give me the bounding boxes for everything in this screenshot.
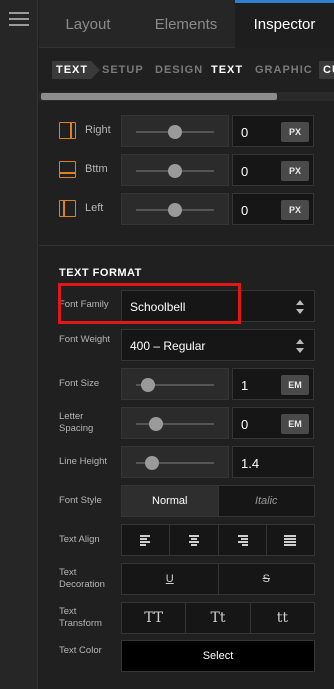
align-left-icon[interactable]	[122, 525, 171, 555]
menu-icon[interactable]	[9, 12, 29, 28]
font-style-toggle: Normal Italic	[121, 485, 315, 517]
text-color-label: Text Color	[59, 645, 102, 656]
padding-right-input[interactable]: 0 PX	[232, 115, 314, 147]
font-style-normal[interactable]: Normal	[122, 486, 219, 516]
capitalize-button[interactable]: Tt	[186, 603, 251, 633]
horizontal-scrollbar[interactable]	[39, 92, 334, 101]
letter-spacing-input[interactable]: 0 EM	[232, 407, 314, 439]
text-decoration-label: Text Decoration	[59, 567, 105, 590]
subtab-text[interactable]: TEXT	[211, 61, 243, 79]
lowercase-button[interactable]: tt	[251, 603, 314, 633]
text-align-label: Text Align	[59, 534, 100, 545]
unit-button[interactable]: PX	[281, 161, 309, 181]
padding-bottom-label: Bttm	[85, 163, 108, 175]
padding-bottom-slider[interactable]	[121, 154, 229, 186]
padding-right-row: Right 0 PX	[39, 115, 334, 147]
inspector-panel: Layout Elements Inspector TEXT SETUP DES…	[39, 0, 334, 689]
tab-layout[interactable]: Layout	[39, 0, 137, 48]
unit-button[interactable]: EM	[281, 375, 309, 395]
padding-bottom-icon	[59, 161, 76, 178]
scrollbar-thumb[interactable]	[41, 93, 277, 100]
subtab-setup[interactable]: SETUP	[102, 61, 144, 79]
text-color-select-button[interactable]: Select	[121, 640, 315, 672]
slider-thumb[interactable]	[140, 378, 155, 392]
text-decoration-toggle: U S	[121, 563, 315, 595]
letter-spacing-slider[interactable]	[121, 407, 229, 439]
slider-thumb[interactable]	[168, 203, 182, 217]
text-align-toggle	[121, 524, 315, 556]
section-divider	[39, 245, 334, 246]
align-center-icon[interactable]	[170, 525, 219, 555]
align-justify-icon[interactable]	[267, 525, 314, 555]
slider-thumb[interactable]	[144, 456, 159, 470]
line-height-slider[interactable]	[121, 446, 229, 478]
select-arrows-icon	[296, 339, 304, 353]
slider-thumb[interactable]	[168, 125, 182, 139]
unit-button[interactable]: PX	[281, 200, 309, 220]
unit-button[interactable]: PX	[281, 122, 309, 142]
line-height-label: Line Height	[59, 456, 108, 467]
font-size-label: Font Size	[59, 378, 100, 389]
padding-bottom-row: Bttm 0 PX	[39, 154, 334, 186]
font-family-label: Font Family	[59, 299, 109, 310]
uppercase-button[interactable]: TT	[122, 603, 187, 633]
subtab-design[interactable]: DESIGN	[155, 61, 203, 79]
select-arrows-icon	[296, 300, 304, 314]
font-size-slider[interactable]	[121, 368, 229, 400]
text-format-title: TEXT FORMAT	[59, 267, 142, 279]
font-family-select[interactable]: Schoolbell	[121, 290, 315, 322]
subtab-cut[interactable]: CU	[319, 61, 334, 79]
text-transform-toggle: TT Tt tt	[121, 602, 315, 634]
padding-right-slider[interactable]	[121, 115, 229, 147]
sub-tabs: TEXT SETUP DESIGN TEXT GRAPHIC CU	[39, 55, 334, 85]
tab-elements[interactable]: Elements	[137, 0, 235, 48]
padding-right-icon	[59, 122, 76, 139]
padding-bottom-input[interactable]: 0 PX	[232, 154, 314, 186]
padding-left-icon	[59, 200, 76, 217]
unit-button[interactable]: EM	[281, 414, 309, 434]
line-height-input[interactable]: 1.4	[232, 446, 314, 478]
align-right-icon[interactable]	[219, 525, 267, 555]
underline-icon[interactable]: U	[122, 564, 219, 594]
font-weight-label: Font Weight	[59, 334, 111, 345]
font-weight-select[interactable]: 400 – Regular	[121, 329, 315, 361]
text-transform-label: Text Transform	[59, 606, 102, 629]
font-style-label: Font Style	[59, 495, 102, 506]
padding-right-label: Right	[85, 124, 111, 136]
font-style-italic[interactable]: Italic	[219, 486, 315, 516]
font-size-input[interactable]: 1 EM	[232, 368, 314, 400]
strikethrough-icon[interactable]: S	[219, 564, 315, 594]
top-tabs: Layout Elements Inspector	[39, 0, 334, 48]
padding-left-label: Left	[85, 202, 104, 214]
left-rail	[0, 0, 38, 689]
padding-left-slider[interactable]	[121, 193, 229, 225]
subtab-graphic[interactable]: GRAPHIC	[255, 61, 313, 79]
slider-thumb[interactable]	[168, 164, 182, 178]
padding-left-row: Left 0 PX	[39, 193, 334, 225]
padding-left-input[interactable]: 0 PX	[232, 193, 314, 225]
tab-inspector[interactable]: Inspector	[235, 0, 334, 48]
letter-spacing-label: Letter Spacing	[59, 411, 94, 434]
subtab-text-breadcrumb[interactable]: TEXT	[52, 61, 101, 79]
slider-thumb[interactable]	[148, 417, 163, 431]
